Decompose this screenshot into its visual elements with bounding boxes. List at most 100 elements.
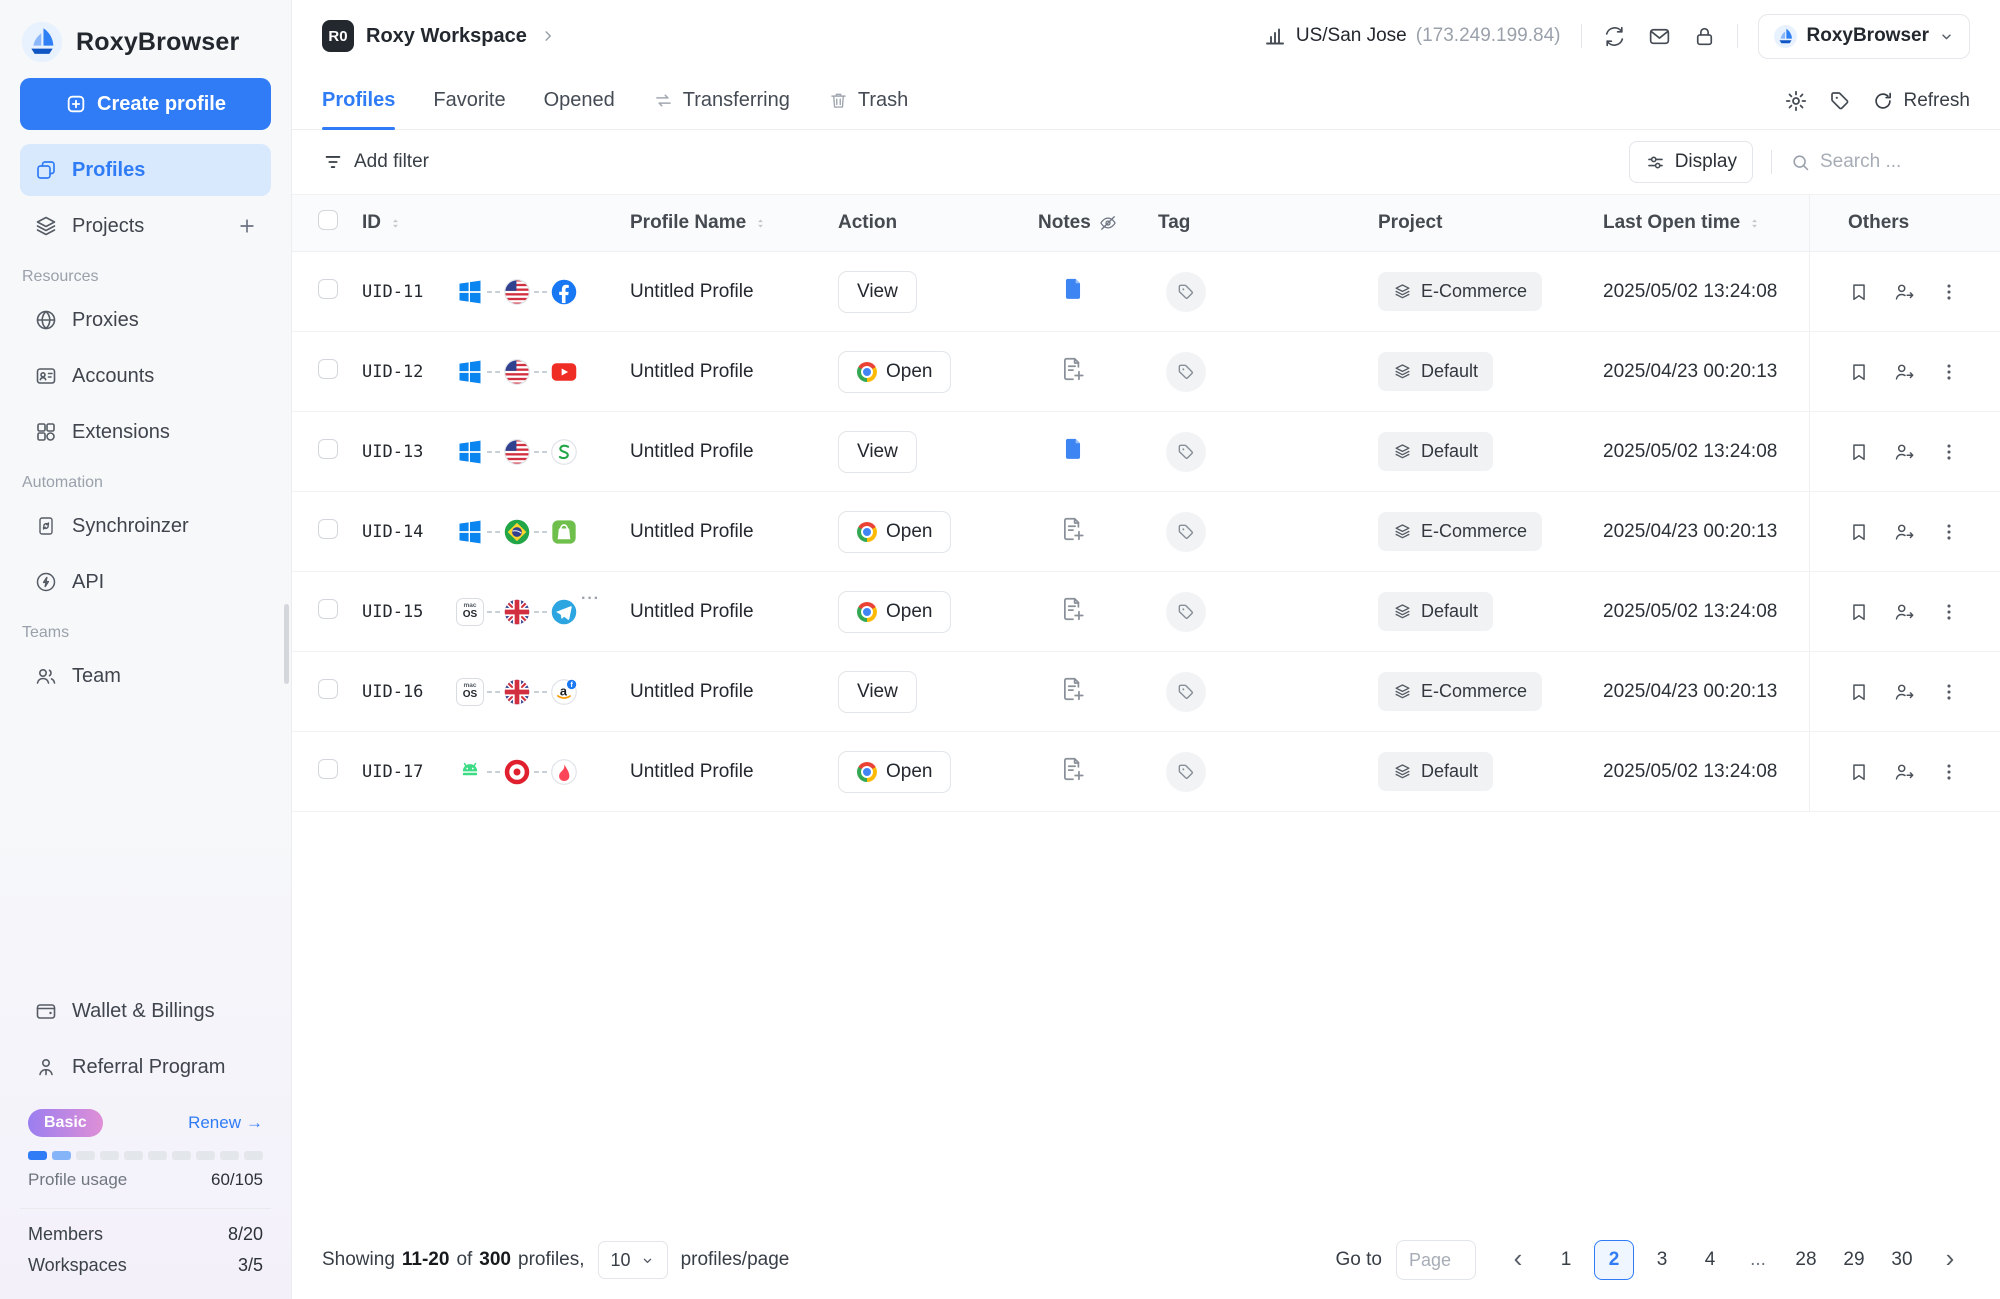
- bookmark-icon[interactable]: [1848, 281, 1870, 303]
- sidebar-item-accounts[interactable]: Accounts: [20, 350, 271, 402]
- open-profile-button[interactable]: Open: [838, 591, 951, 633]
- tab-favorite[interactable]: Favorite: [433, 72, 505, 129]
- youtube-icon: [550, 358, 578, 386]
- view-profile-button[interactable]: View: [838, 431, 917, 473]
- view-profile-button[interactable]: View: [838, 271, 917, 313]
- row-checkbox[interactable]: [318, 679, 338, 699]
- sidebar-scrollbar[interactable]: [284, 604, 289, 684]
- share-user-icon[interactable]: [1893, 281, 1915, 303]
- tag-manager-icon[interactable]: [1828, 89, 1852, 113]
- row-checkbox[interactable]: [318, 759, 338, 779]
- tag-button[interactable]: [1166, 752, 1206, 792]
- sidebar-item-projects[interactable]: Projects: [20, 200, 271, 252]
- sort-icon[interactable]: [388, 216, 403, 231]
- row-checkbox[interactable]: [318, 599, 338, 619]
- tag-button[interactable]: [1166, 272, 1206, 312]
- page-button-1[interactable]: 1: [1546, 1240, 1586, 1280]
- column-header-profile-name[interactable]: Profile Name: [630, 212, 838, 234]
- page-size-select[interactable]: 10: [598, 1241, 668, 1279]
- add-filter-button[interactable]: Add filter: [322, 151, 429, 173]
- share-user-icon[interactable]: [1893, 521, 1915, 543]
- kebab-menu-icon[interactable]: [1938, 441, 1960, 463]
- share-user-icon[interactable]: [1893, 681, 1915, 703]
- renew-link[interactable]: Renew →: [188, 1113, 263, 1133]
- tab-trash[interactable]: Trash: [828, 72, 908, 129]
- sync-button[interactable]: [1602, 24, 1627, 49]
- page-button-3[interactable]: 3: [1642, 1240, 1682, 1280]
- next-page-button[interactable]: ›: [1930, 1240, 1970, 1280]
- page-button-28[interactable]: 28: [1786, 1240, 1826, 1280]
- share-user-icon[interactable]: [1893, 761, 1915, 783]
- share-user-icon[interactable]: [1893, 441, 1915, 463]
- tag-button[interactable]: [1166, 592, 1206, 632]
- create-profile-button[interactable]: Create profile: [20, 78, 271, 130]
- open-profile-button[interactable]: Open: [838, 751, 951, 793]
- open-profile-button[interactable]: Open: [838, 351, 951, 393]
- settings-gear-icon[interactable]: [1784, 89, 1808, 113]
- display-button[interactable]: Display: [1629, 141, 1753, 183]
- column-header-last-open[interactable]: Last Open time: [1603, 212, 1809, 234]
- sidebar-item-extensions[interactable]: Extensions: [20, 406, 271, 458]
- bookmark-icon[interactable]: [1848, 361, 1870, 383]
- bookmark-icon[interactable]: [1848, 761, 1870, 783]
- tab-transferring[interactable]: Transferring: [653, 72, 790, 129]
- kebab-menu-icon[interactable]: [1938, 281, 1960, 303]
- network-info[interactable]: US/San Jose (173.249.199.84): [1263, 24, 1561, 48]
- add-note-icon[interactable]: [1060, 596, 1086, 622]
- column-header-id[interactable]: ID: [362, 212, 456, 234]
- sidebar-item-profiles[interactable]: Profiles: [20, 144, 271, 196]
- row-checkbox[interactable]: [318, 519, 338, 539]
- mail-button[interactable]: [1647, 24, 1672, 49]
- eye-off-icon[interactable]: [1098, 213, 1118, 233]
- share-user-icon[interactable]: [1893, 601, 1915, 623]
- sidebar-item-team[interactable]: Team: [20, 650, 271, 702]
- page-button-2[interactable]: 2: [1594, 1240, 1634, 1280]
- kebab-menu-icon[interactable]: [1938, 521, 1960, 543]
- sort-icon[interactable]: [753, 216, 768, 231]
- row-checkbox[interactable]: [318, 359, 338, 379]
- bookmark-icon[interactable]: [1848, 521, 1870, 543]
- goto-page-input[interactable]: [1396, 1240, 1476, 1280]
- prev-page-button[interactable]: ‹: [1498, 1240, 1538, 1280]
- add-projects-button[interactable]: [237, 216, 257, 236]
- row-checkbox[interactable]: [318, 279, 338, 299]
- kebab-menu-icon[interactable]: [1938, 601, 1960, 623]
- kebab-menu-icon[interactable]: [1938, 361, 1960, 383]
- share-user-icon[interactable]: [1893, 361, 1915, 383]
- add-note-icon[interactable]: [1060, 756, 1086, 782]
- note-document-icon[interactable]: [1060, 276, 1086, 302]
- sidebar-item-api[interactable]: API: [20, 556, 271, 608]
- note-document-icon[interactable]: [1060, 436, 1086, 462]
- tab-opened[interactable]: Opened: [544, 72, 615, 129]
- sidebar-item-referral[interactable]: Referral Program: [20, 1041, 271, 1093]
- sidebar-item-synchroinzer[interactable]: Synchroinzer: [20, 500, 271, 552]
- refresh-button[interactable]: Refresh: [1872, 90, 1970, 112]
- tag-button[interactable]: [1166, 512, 1206, 552]
- account-menu[interactable]: RoxyBrowser: [1758, 14, 1971, 59]
- kebab-menu-icon[interactable]: [1938, 761, 1960, 783]
- page-button-30[interactable]: 30: [1882, 1240, 1922, 1280]
- tag-button[interactable]: [1166, 432, 1206, 472]
- sidebar-item-proxies[interactable]: Proxies: [20, 294, 271, 346]
- add-note-icon[interactable]: [1060, 356, 1086, 382]
- tag-button[interactable]: [1166, 352, 1206, 392]
- bookmark-icon[interactable]: [1848, 681, 1870, 703]
- tab-profiles[interactable]: Profiles: [322, 72, 395, 129]
- search-input[interactable]: [1820, 151, 1970, 173]
- add-note-icon[interactable]: [1060, 516, 1086, 542]
- tag-button[interactable]: [1166, 672, 1206, 712]
- page-button-29[interactable]: 29: [1834, 1240, 1874, 1280]
- page-button-4[interactable]: 4: [1690, 1240, 1730, 1280]
- workspace-switcher[interactable]: R0 Roxy Workspace: [322, 20, 557, 52]
- bookmark-icon[interactable]: [1848, 601, 1870, 623]
- open-profile-button[interactable]: Open: [838, 511, 951, 553]
- sidebar-item-wallet[interactable]: Wallet & Billings: [20, 985, 271, 1037]
- lock-button[interactable]: [1692, 24, 1717, 49]
- view-profile-button[interactable]: View: [838, 671, 917, 713]
- bookmark-icon[interactable]: [1848, 441, 1870, 463]
- row-checkbox[interactable]: [318, 439, 338, 459]
- sort-icon[interactable]: [1747, 216, 1762, 231]
- select-all-checkbox[interactable]: [318, 210, 338, 230]
- kebab-menu-icon[interactable]: [1938, 681, 1960, 703]
- add-note-icon[interactable]: [1060, 676, 1086, 702]
